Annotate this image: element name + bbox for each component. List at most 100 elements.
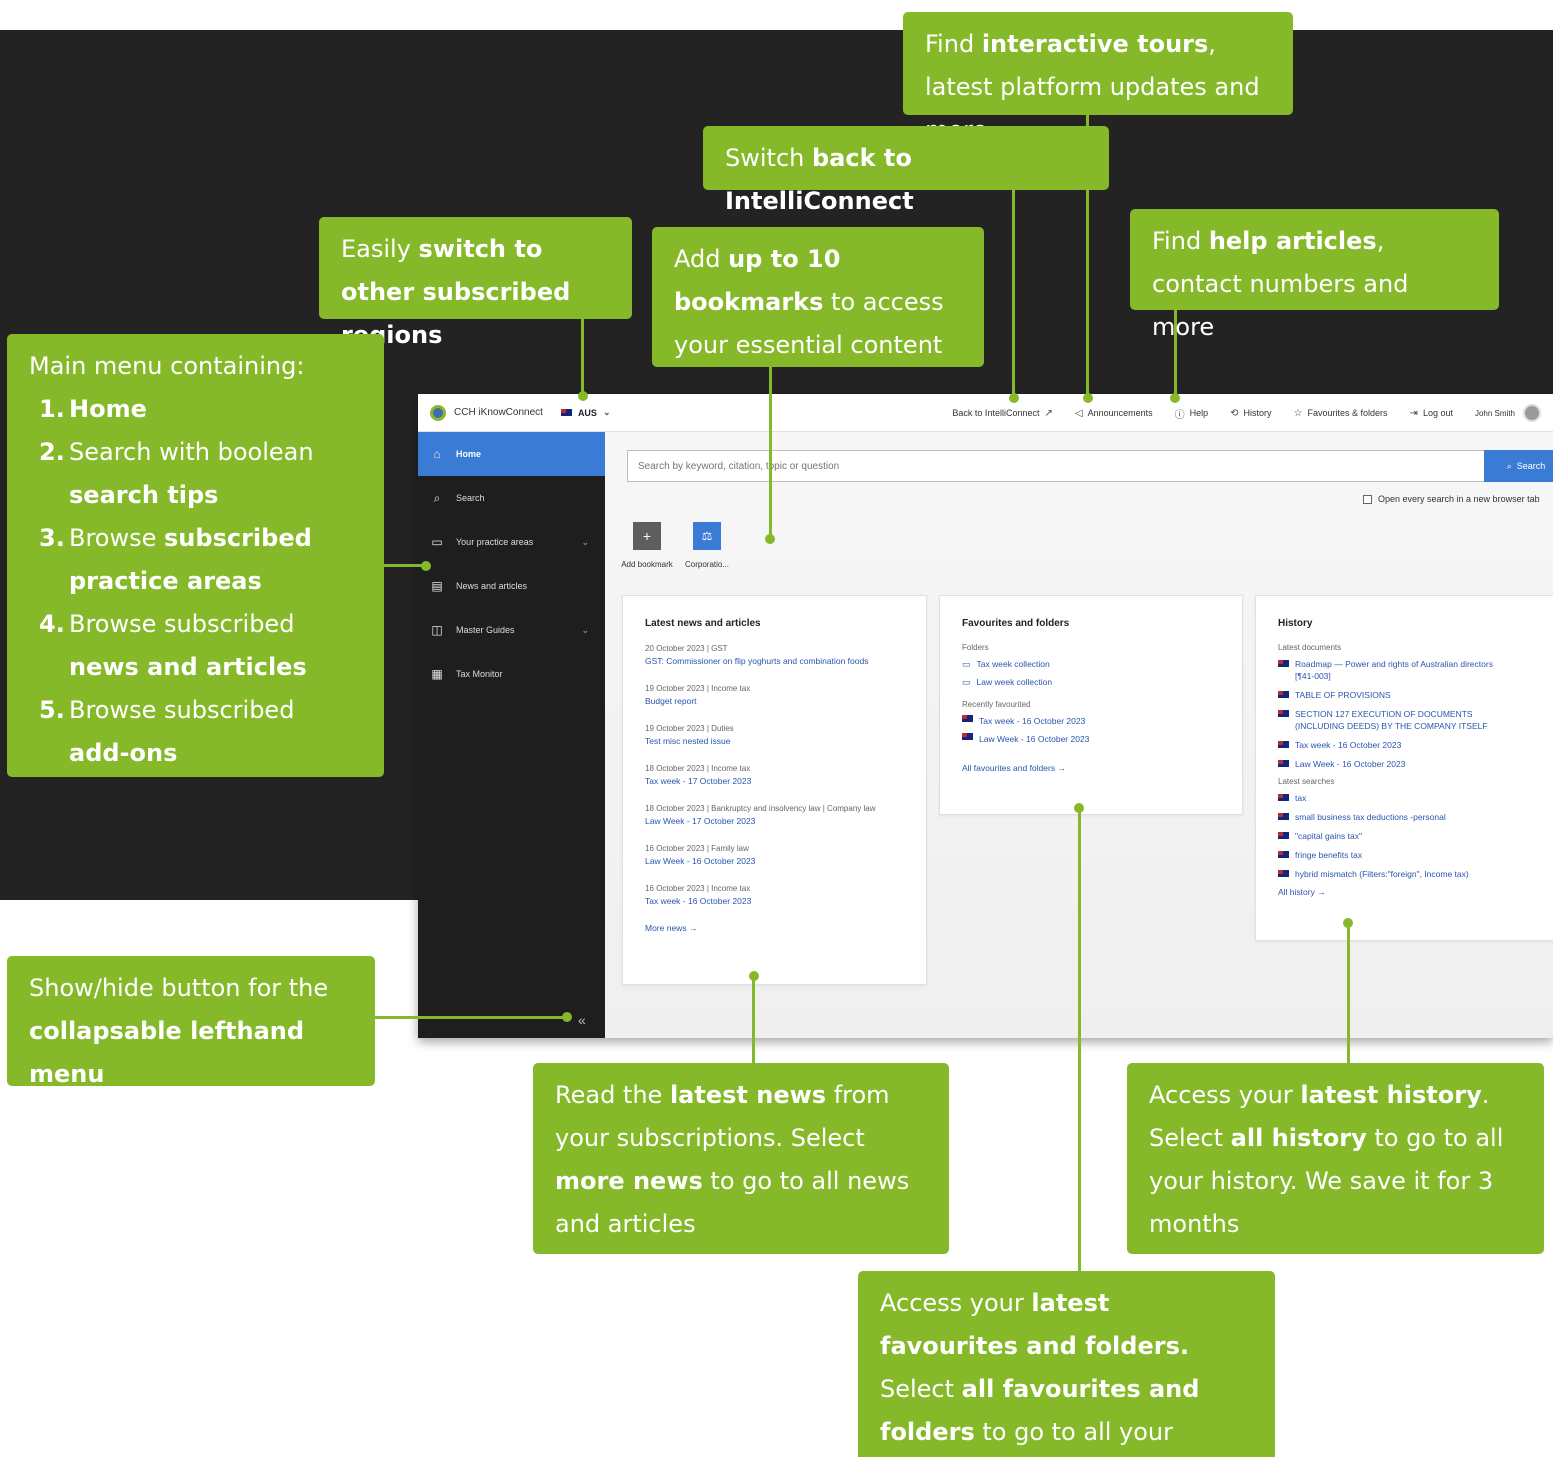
- region-label: AUS: [577, 407, 597, 418]
- news-meta: 18 October 2023 | Bankruptcy and insolve…: [645, 804, 876, 813]
- sidebar-item-tax-monitor[interactable]: ▦ Tax Monitor: [418, 652, 605, 696]
- avatar: [1523, 404, 1541, 422]
- menu-list-item: 2. Search with boolean search tips: [29, 431, 362, 517]
- bookmark-corporations[interactable]: ⚖ Corporatio...: [677, 522, 737, 569]
- favourite-item[interactable]: Tax week - 16 October 2023: [962, 715, 1242, 727]
- connector-line: [581, 318, 584, 396]
- callout-bold: news and articles: [69, 653, 307, 681]
- callout-regions: Easily switch to other subscribed region…: [319, 217, 632, 349]
- menu-list: 1. Home 2. Search with boolean search tips…: [29, 388, 362, 775]
- flag-icon: [1278, 851, 1289, 858]
- callout-text: Find: [925, 30, 982, 58]
- callout-news: Read the latest news from your subscript…: [533, 1063, 949, 1254]
- search-button[interactable]: ⌕ Search: [1484, 450, 1553, 482]
- history-doc-item[interactable]: Roadmap — Power and rights of Australian…: [1278, 658, 1508, 682]
- news-card-title: Latest news and articles: [645, 618, 761, 629]
- favourites-label: Favourites & folders: [1307, 408, 1388, 418]
- news-link[interactable]: Law Week - 17 October 2023: [645, 815, 926, 827]
- history-search-item[interactable]: tax: [1278, 792, 1553, 804]
- all-favourites-link[interactable]: All favourites and folders →: [962, 763, 1242, 773]
- flag-icon: [962, 733, 973, 740]
- connector-line: [752, 976, 755, 1064]
- collapse-menu-icon[interactable]: «: [578, 1012, 586, 1028]
- sidebar-item-master-guides[interactable]: ◫ Master Guides ⌄: [418, 608, 605, 652]
- history-doc-item[interactable]: Tax week - 16 October 2023: [1278, 739, 1553, 751]
- brand[interactable]: CCH iKnowConnect: [430, 404, 543, 421]
- news-link[interactable]: Budget report: [645, 695, 926, 707]
- history-search-label: tax: [1295, 793, 1307, 803]
- sidebar: ⌂ Home ⌕ Search ▭ Your practice areas ⌄ …: [418, 432, 605, 1038]
- region-selector[interactable]: AUS ⌄: [560, 407, 611, 418]
- history-search-item[interactable]: hybrid mismatch (Filters:"foreign", Inco…: [1278, 868, 1553, 880]
- history-doc-item[interactable]: Law Week - 16 October 2023: [1278, 758, 1553, 770]
- callout-bold: latest news: [669, 1081, 827, 1109]
- callout-text: Show/hide button for the: [29, 974, 329, 1002]
- history-doc-item[interactable]: TABLE OF PROVISIONS: [1278, 689, 1553, 701]
- search-icon: ⌕: [1506, 460, 1512, 471]
- more-news-label: More news: [645, 923, 687, 933]
- new-tab-checkbox[interactable]: [1363, 494, 1372, 504]
- favourite-item[interactable]: Law Week - 16 October 2023: [962, 733, 1242, 745]
- history-link[interactable]: ⟲ History: [1230, 408, 1271, 419]
- chevron-down-icon: ⌄: [602, 407, 611, 417]
- history-doc-label: Law Week - 16 October 2023: [1295, 759, 1406, 769]
- announcements-link[interactable]: ◁ Announcements: [1075, 408, 1153, 419]
- history-doc-item[interactable]: SECTION 127 EXECUTION OF DOCUMENTS (INCL…: [1278, 708, 1518, 732]
- latest-documents-label: Latest documents: [1278, 643, 1342, 652]
- callout-bold: more news: [555, 1167, 703, 1195]
- flag-icon: [1278, 710, 1289, 717]
- news-link[interactable]: Tax week - 17 October 2023: [645, 775, 926, 787]
- favourites-link[interactable]: ☆ Favourites & folders: [1294, 408, 1388, 419]
- user-menu[interactable]: John Smith: [1475, 404, 1541, 422]
- back-link-label: Back to IntelliConnect: [952, 408, 1040, 418]
- news-link[interactable]: GST: Commissioner on flip yoghurts and c…: [645, 655, 926, 667]
- connector-dot: [1083, 393, 1093, 403]
- connector-line: [382, 564, 426, 567]
- connector-dot: [1170, 393, 1180, 403]
- folder-item[interactable]: ▭ Tax week collection: [962, 658, 1242, 670]
- arrow-right-icon: →: [688, 923, 698, 933]
- history-search-label: "capital gains tax": [1295, 831, 1362, 841]
- brand-logo-icon: [430, 404, 446, 421]
- scales-icon: ⚖: [693, 522, 721, 550]
- more-news-link[interactable]: More news →: [645, 923, 926, 933]
- search-input[interactable]: [628, 451, 1483, 481]
- callout-main-menu: Main menu containing: 1. Home 2. Search wi…: [7, 334, 384, 777]
- back-to-intelliconnect-link[interactable]: Back to IntelliConnect ↗: [952, 408, 1052, 419]
- sidebar-item-label: News and articles: [456, 581, 528, 591]
- callout-text: Select: [880, 1375, 962, 1403]
- sidebar-item-practice-areas[interactable]: ▭ Your practice areas ⌄: [418, 520, 605, 564]
- folder-item[interactable]: ▭ Law week collection: [962, 676, 1242, 688]
- list-number: 4.: [39, 610, 65, 638]
- history-search-item[interactable]: fringe benefits tax: [1278, 849, 1553, 861]
- flag-icon: [962, 715, 973, 722]
- logout-link[interactable]: ⇥ Log out: [1410, 408, 1453, 419]
- news-link[interactable]: Tax week - 16 October 2023: [645, 895, 926, 907]
- add-bookmark-button[interactable]: + Add bookmark: [617, 522, 677, 569]
- callout-bookmarks: Add up to 10 bookmarks to access your es…: [652, 227, 984, 367]
- help-link[interactable]: ⓘ Help: [1175, 406, 1209, 421]
- list-number: 5.: [39, 696, 65, 724]
- history-doc-label: Roadmap — Power and rights of Australian…: [1295, 659, 1493, 681]
- callout-text: Find: [1152, 227, 1209, 255]
- menu-list-item: 1. Home: [29, 388, 362, 431]
- connector-dot: [1009, 393, 1019, 403]
- sidebar-item-search[interactable]: ⌕ Search: [418, 476, 605, 520]
- callout-bold: search tips: [69, 481, 219, 509]
- list-number: 3.: [39, 524, 65, 552]
- sidebar-item-news[interactable]: ▤ News and articles: [418, 564, 605, 608]
- star-icon: ☆: [1293, 407, 1303, 419]
- flag-icon: [1278, 870, 1289, 877]
- flag-icon: [1278, 832, 1289, 839]
- search-button-label: Search: [1516, 461, 1546, 471]
- all-history-link[interactable]: All history →: [1278, 887, 1553, 897]
- favourite-label: Tax week - 16 October 2023: [979, 716, 1086, 726]
- home-icon: ⌂: [433, 447, 441, 461]
- sidebar-item-home[interactable]: ⌂ Home: [418, 432, 605, 476]
- history-search-label: hybrid mismatch (Filters:"foreign", Inco…: [1295, 869, 1469, 879]
- history-search-item[interactable]: "capital gains tax": [1278, 830, 1553, 842]
- new-tab-option[interactable]: Open every search in a new browser tab: [1363, 494, 1540, 504]
- news-link[interactable]: Test misc nested issue: [645, 735, 926, 747]
- history-search-item[interactable]: small business tax deductions -personal: [1278, 811, 1553, 823]
- news-link[interactable]: Law Week - 16 October 2023: [645, 855, 926, 867]
